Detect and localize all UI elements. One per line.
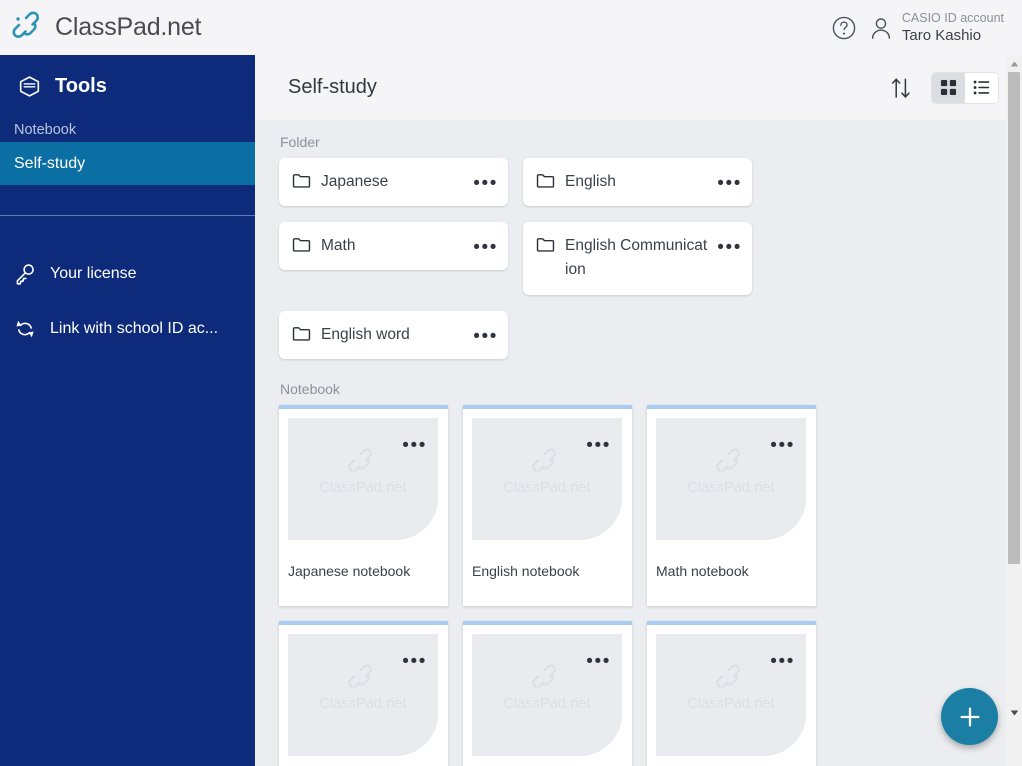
- folder-name: English Communication: [565, 237, 708, 279]
- brand-name: ClassPad.net: [55, 13, 202, 41]
- sort-arrows-icon[interactable]: [890, 76, 912, 100]
- notebook-card[interactable]: ClassPad.net •••: [463, 621, 632, 766]
- notebook-name: [647, 756, 816, 766]
- classpad-link-logo-icon: [12, 11, 46, 45]
- folder-icon: [536, 235, 555, 254]
- folder-section-label: Folder: [280, 134, 320, 150]
- account-user-name: Taro Kashio: [901, 26, 982, 44]
- notebook-menu-button[interactable]: •••: [586, 652, 611, 671]
- notebook-grid: ClassPad.net ••• Japanese notebook Class…: [279, 405, 1000, 766]
- sidebar-tools-header: Tools: [0, 55, 255, 118]
- sidebar-item-label: Self-study: [14, 154, 86, 172]
- notebook-section-label: Notebook: [280, 381, 340, 398]
- notebook-card[interactable]: ClassPad.net •••: [279, 621, 448, 766]
- classpad-link-logo-icon: [532, 448, 562, 478]
- classpad-link-logo-icon: [716, 448, 746, 478]
- folder-icon: [292, 171, 311, 190]
- vertical-scrollbar[interactable]: [1006, 55, 1022, 766]
- folder-name: Japanese: [321, 173, 389, 190]
- content-scroll-area[interactable]: Folder Japanese ••• English ••• Math •••…: [255, 120, 1022, 766]
- notebook-card[interactable]: ClassPad.net •••: [647, 621, 816, 766]
- notebook-card[interactable]: ClassPad.net ••• English notebook: [463, 405, 632, 607]
- plus-icon: [957, 704, 983, 730]
- add-new-button[interactable]: [941, 688, 998, 745]
- grid-view-button[interactable]: [932, 72, 965, 103]
- notebook-name: [279, 756, 448, 766]
- notebook-card[interactable]: ClassPad.net ••• Japanese notebook: [279, 405, 448, 607]
- folder-card[interactable]: English Communication •••: [523, 222, 752, 296]
- scrollbar-thumb[interactable]: [1008, 72, 1020, 564]
- sidebar-group-label: Notebook: [14, 122, 77, 138]
- main-content: Self-study Folder Japanese ••• English •…: [255, 55, 1022, 766]
- notebook-card[interactable]: ClassPad.net ••• Math notebook: [647, 405, 816, 607]
- notebook-name: English notebook: [472, 563, 580, 580]
- page-header-tools: [890, 72, 998, 103]
- folder-icon: [292, 235, 311, 254]
- account-menu[interactable]: CASIO ID account Taro Kashio: [869, 10, 1004, 45]
- watermark-text: ClassPad.net: [503, 480, 591, 497]
- notebook-menu-button[interactable]: •••: [402, 436, 427, 455]
- notebook-menu-button[interactable]: •••: [770, 652, 795, 671]
- triangle-up-icon[interactable]: [1006, 55, 1022, 72]
- folder-icon: [292, 324, 311, 343]
- folder-menu-button[interactable]: •••: [473, 174, 498, 193]
- folder-menu-button[interactable]: •••: [717, 238, 742, 257]
- folder-menu-button[interactable]: •••: [473, 238, 498, 257]
- brand[interactable]: ClassPad.net: [0, 11, 201, 45]
- watermark-text: ClassPad.net: [687, 696, 775, 713]
- account-type-label: CASIO ID account: [901, 10, 1004, 25]
- folder-name: English: [565, 173, 616, 190]
- sidebar-title: Tools: [55, 75, 107, 97]
- folder-menu-button[interactable]: •••: [717, 174, 742, 193]
- classpad-link-logo-icon: [348, 448, 378, 478]
- folder-card[interactable]: Japanese •••: [279, 158, 508, 207]
- folder-icon: [536, 171, 555, 190]
- person-icon: [869, 15, 893, 41]
- sidebar-item-your-license[interactable]: Your license: [0, 246, 255, 301]
- classpad-link-logo-icon: [348, 664, 378, 694]
- account-info: CASIO ID account Taro Kashio: [902, 10, 1004, 45]
- list-view-button[interactable]: [965, 72, 998, 103]
- folder-card[interactable]: English word •••: [279, 311, 508, 360]
- watermark-text: ClassPad.net: [319, 696, 407, 713]
- folder-name: English word: [321, 326, 410, 344]
- header-actions: CASIO ID account Taro Kashio: [831, 10, 1022, 45]
- classpad-link-logo-icon: [532, 664, 562, 694]
- folder-grid: Japanese ••• English ••• Math ••• Englis…: [279, 158, 1000, 360]
- page-header: Self-study: [255, 55, 1022, 120]
- page-title: Self-study: [288, 76, 377, 98]
- watermark-text: ClassPad.net: [687, 480, 775, 497]
- notebook-name: [463, 756, 632, 766]
- content-inner: Folder Japanese ••• English ••• Math •••…: [255, 120, 1000, 766]
- notebook-name: Math notebook: [656, 563, 749, 580]
- folder-name: Math: [321, 237, 356, 255]
- notebook-menu-button[interactable]: •••: [586, 436, 611, 455]
- folder-card[interactable]: Math •••: [279, 222, 508, 271]
- watermark-text: ClassPad.net: [319, 480, 407, 497]
- list-view-icon: [973, 79, 990, 96]
- sync-refresh-icon: [12, 316, 38, 342]
- sidebar-link-label: Your license: [50, 264, 137, 282]
- notebook-name: Japanese notebook: [288, 563, 411, 580]
- view-mode-toggle: [932, 72, 998, 103]
- key-icon: [12, 261, 38, 287]
- notebook-menu-button[interactable]: •••: [402, 652, 427, 671]
- sidebar: Tools Notebook Self-study Your license L…: [0, 55, 255, 766]
- folder-card[interactable]: English •••: [523, 158, 752, 207]
- sidebar-item-self-study[interactable]: Self-study: [0, 142, 255, 185]
- app-header: ClassPad.net CASIO ID account Taro Kashi…: [0, 0, 1022, 55]
- classpad-link-logo-icon: [716, 664, 746, 694]
- sidebar-link-label: Link with school ID ac...: [50, 319, 219, 337]
- triangle-down-icon[interactable]: [1006, 704, 1022, 721]
- question-circle-icon[interactable]: [831, 15, 857, 41]
- notebook-menu-button[interactable]: •••: [770, 436, 795, 455]
- box-cube-icon: [18, 75, 41, 98]
- folder-menu-button[interactable]: •••: [473, 327, 498, 346]
- watermark-text: ClassPad.net: [503, 696, 591, 713]
- sidebar-item-link-school-id[interactable]: Link with school ID ac...: [0, 301, 255, 356]
- grid-view-icon: [940, 79, 957, 96]
